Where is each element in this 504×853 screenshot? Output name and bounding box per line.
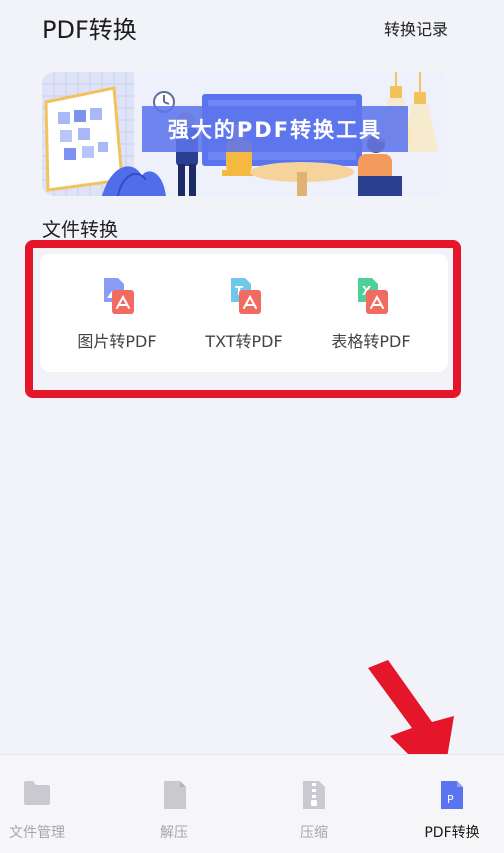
nav-label: 文件管理 xyxy=(9,825,65,841)
nav-label: PDF转换 xyxy=(424,825,480,841)
tool-label: TXT转PDF xyxy=(205,332,283,351)
nav-item-zip[interactable]: 压缩 xyxy=(276,755,352,853)
section-title: 文件转换 xyxy=(42,219,119,241)
pdf-convert-icon: P xyxy=(441,781,463,809)
nav-label: 压缩 xyxy=(300,825,328,841)
nav-item-unzip[interactable]: 解压 xyxy=(136,755,212,853)
nav-item-pdf-convert[interactable]: P PDF转换 xyxy=(414,755,490,853)
nav-label: 解压 xyxy=(160,825,188,841)
unzip-file-icon xyxy=(164,781,186,809)
file-convert-card: 图片转PDF T TXT转PDF X 表格转PDF xyxy=(40,254,448,372)
banner-title: 强大的PDF转换工具 xyxy=(142,106,408,152)
pdf-convert-page: PDF转换 转换记录 强大的PDF转换工具 文件转换 图片转PDF T TXT转… xyxy=(0,0,504,853)
tool-label: 图片转PDF xyxy=(77,332,157,351)
header: PDF转换 转换记录 xyxy=(0,0,504,52)
tool-txt-to-pdf[interactable]: T TXT转PDF xyxy=(179,254,309,372)
promo-banner[interactable]: 强大的PDF转换工具 xyxy=(42,72,448,196)
svg-text:P: P xyxy=(447,793,454,806)
conversion-history-link[interactable]: 转换记录 xyxy=(384,16,448,40)
zip-file-icon xyxy=(303,781,325,809)
excel-to-pdf-icon: X xyxy=(358,278,388,314)
page-title: PDF转换 xyxy=(42,16,137,44)
txt-to-pdf-icon: T xyxy=(231,278,261,314)
tool-image-to-pdf[interactable]: 图片转PDF xyxy=(52,254,182,372)
bottom-nav: 文件管理 解压 压缩 P PDF转换 xyxy=(0,754,504,853)
nav-item-file-manager[interactable]: 文件管理 xyxy=(0,755,74,853)
folder-icon xyxy=(24,781,50,805)
image-to-pdf-icon xyxy=(104,278,134,314)
tool-label: 表格转PDF xyxy=(331,332,411,351)
tool-excel-to-pdf[interactable]: X 表格转PDF xyxy=(306,254,436,372)
